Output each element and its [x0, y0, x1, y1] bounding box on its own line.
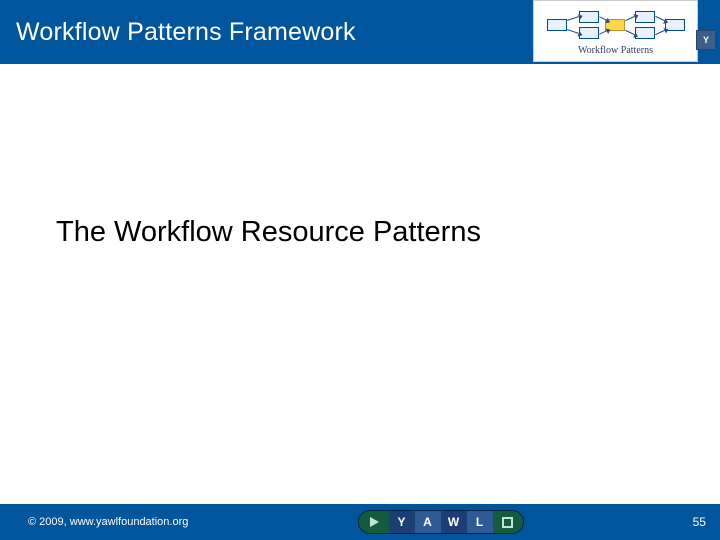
- workflow-diagram-icon: [543, 7, 688, 43]
- play-icon: [359, 510, 389, 534]
- yawl-letter-y: Y: [389, 510, 415, 534]
- slide: Workflow Patterns Framework Workflow Pat…: [0, 0, 720, 540]
- yawl-letter-a: A: [415, 510, 441, 534]
- stop-icon: [493, 510, 523, 534]
- yawl-badge-icon: Y: [696, 30, 716, 50]
- yawl-letter-w: W: [441, 510, 467, 534]
- yawl-footer-logo: Y A W L: [358, 510, 524, 534]
- workflow-patterns-logo: Workflow Patterns: [533, 0, 698, 62]
- badge-letter: Y: [703, 35, 709, 45]
- logo-caption: Workflow Patterns: [578, 45, 653, 56]
- yawl-letter-l: L: [467, 510, 493, 534]
- page-number: 55: [693, 515, 706, 529]
- yawl-pill-icon: Y A W L: [358, 510, 524, 534]
- header-title: Workflow Patterns Framework: [0, 18, 356, 47]
- copyright-text: © 2009, www.yawlfoundation.org: [28, 516, 188, 528]
- footer-bar: © 2009, www.yawlfoundation.org Y A W L 5…: [0, 504, 720, 540]
- slide-main-title: The Workflow Resource Patterns: [56, 216, 481, 249]
